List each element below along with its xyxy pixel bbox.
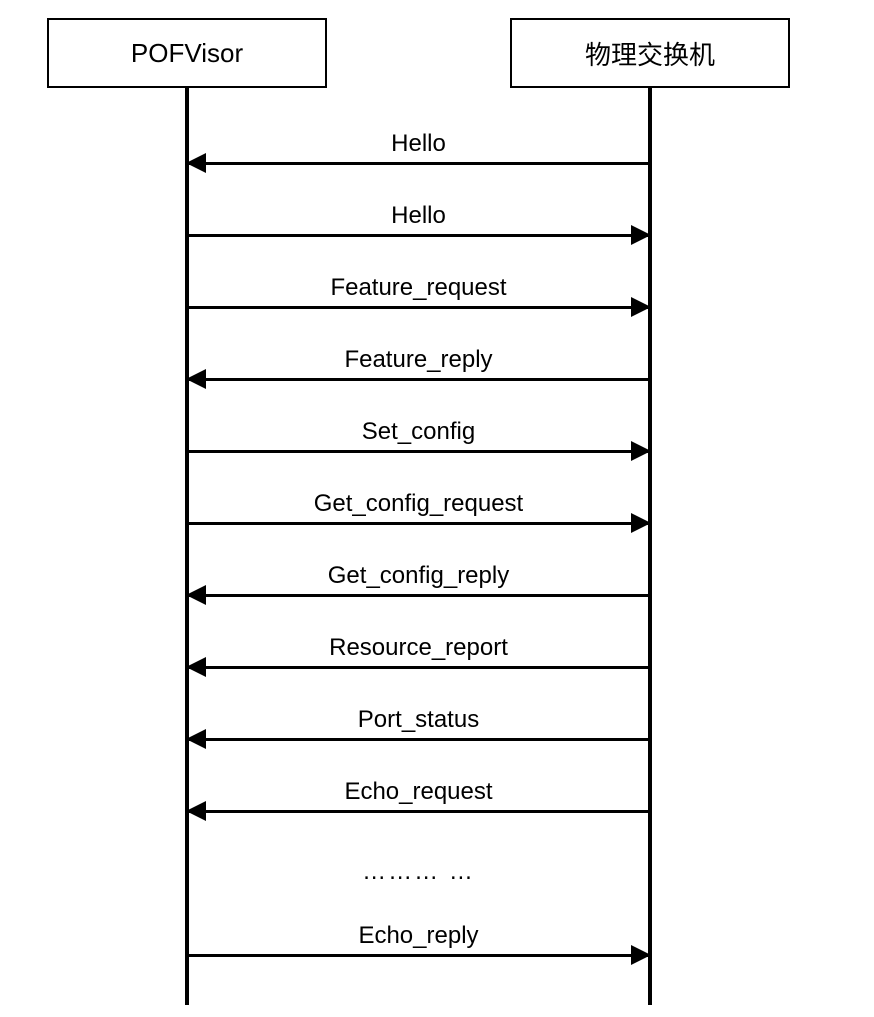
message-arrow-2 bbox=[187, 306, 650, 309]
arrow-left-icon bbox=[186, 657, 206, 677]
arrow-right-icon bbox=[631, 945, 651, 965]
message-label-3: Feature_reply bbox=[187, 346, 650, 374]
message-arrow-5 bbox=[187, 522, 650, 525]
message-arrow-4 bbox=[187, 450, 650, 453]
arrow-right-icon bbox=[631, 513, 651, 533]
message-9: Echo_request bbox=[187, 778, 650, 850]
arrow-right-icon bbox=[631, 225, 651, 245]
arrow-left-icon bbox=[186, 153, 206, 173]
message-label-2: Feature_request bbox=[187, 274, 650, 302]
message-label-8: Port_status bbox=[187, 706, 650, 734]
message-arrow-1 bbox=[187, 234, 650, 237]
message-label-0: Hello bbox=[187, 130, 650, 158]
message-0: Hello bbox=[187, 130, 650, 202]
message-arrow-11 bbox=[187, 954, 650, 957]
participant-right: 物理交换机 bbox=[510, 18, 790, 88]
message-label-5: Get_config_request bbox=[187, 490, 650, 518]
message-7: Resource_report bbox=[187, 634, 650, 706]
arrow-right-icon bbox=[631, 441, 651, 461]
message-11: Echo_reply bbox=[187, 922, 650, 994]
message-label-4: Set_config bbox=[187, 418, 650, 446]
message-arrow-3 bbox=[187, 378, 650, 381]
message-label-11: Echo_reply bbox=[187, 922, 650, 950]
message-arrow-7 bbox=[187, 666, 650, 669]
message-3: Feature_reply bbox=[187, 346, 650, 418]
arrow-right-icon bbox=[631, 297, 651, 317]
arrow-left-icon bbox=[186, 729, 206, 749]
message-label-6: Get_config_reply bbox=[187, 562, 650, 590]
participant-left-label: POFVisor bbox=[131, 38, 243, 69]
message-label-1: Hello bbox=[187, 202, 650, 230]
message-ellipsis: ……… … bbox=[187, 858, 650, 886]
participant-right-label: 物理交换机 bbox=[585, 35, 715, 72]
arrow-left-icon bbox=[186, 801, 206, 821]
message-1: Hello bbox=[187, 202, 650, 274]
message-arrow-6 bbox=[187, 594, 650, 597]
sequence-diagram: POFVisor 物理交换机 Hello Hello Feature_request… bbox=[0, 0, 874, 1017]
message-label-9: Echo_request bbox=[187, 778, 650, 806]
message-label-7: Resource_report bbox=[187, 634, 650, 662]
arrow-left-icon bbox=[186, 585, 206, 605]
message-arrow-8 bbox=[187, 738, 650, 741]
message-8: Port_status bbox=[187, 706, 650, 778]
arrow-left-icon bbox=[186, 369, 206, 389]
message-4: Set_config bbox=[187, 418, 650, 490]
message-arrow-0 bbox=[187, 162, 650, 165]
message-6: Get_config_reply bbox=[187, 562, 650, 634]
participant-left: POFVisor bbox=[47, 18, 327, 88]
message-2: Feature_request bbox=[187, 274, 650, 346]
message-5: Get_config_request bbox=[187, 490, 650, 562]
message-arrow-9 bbox=[187, 810, 650, 813]
